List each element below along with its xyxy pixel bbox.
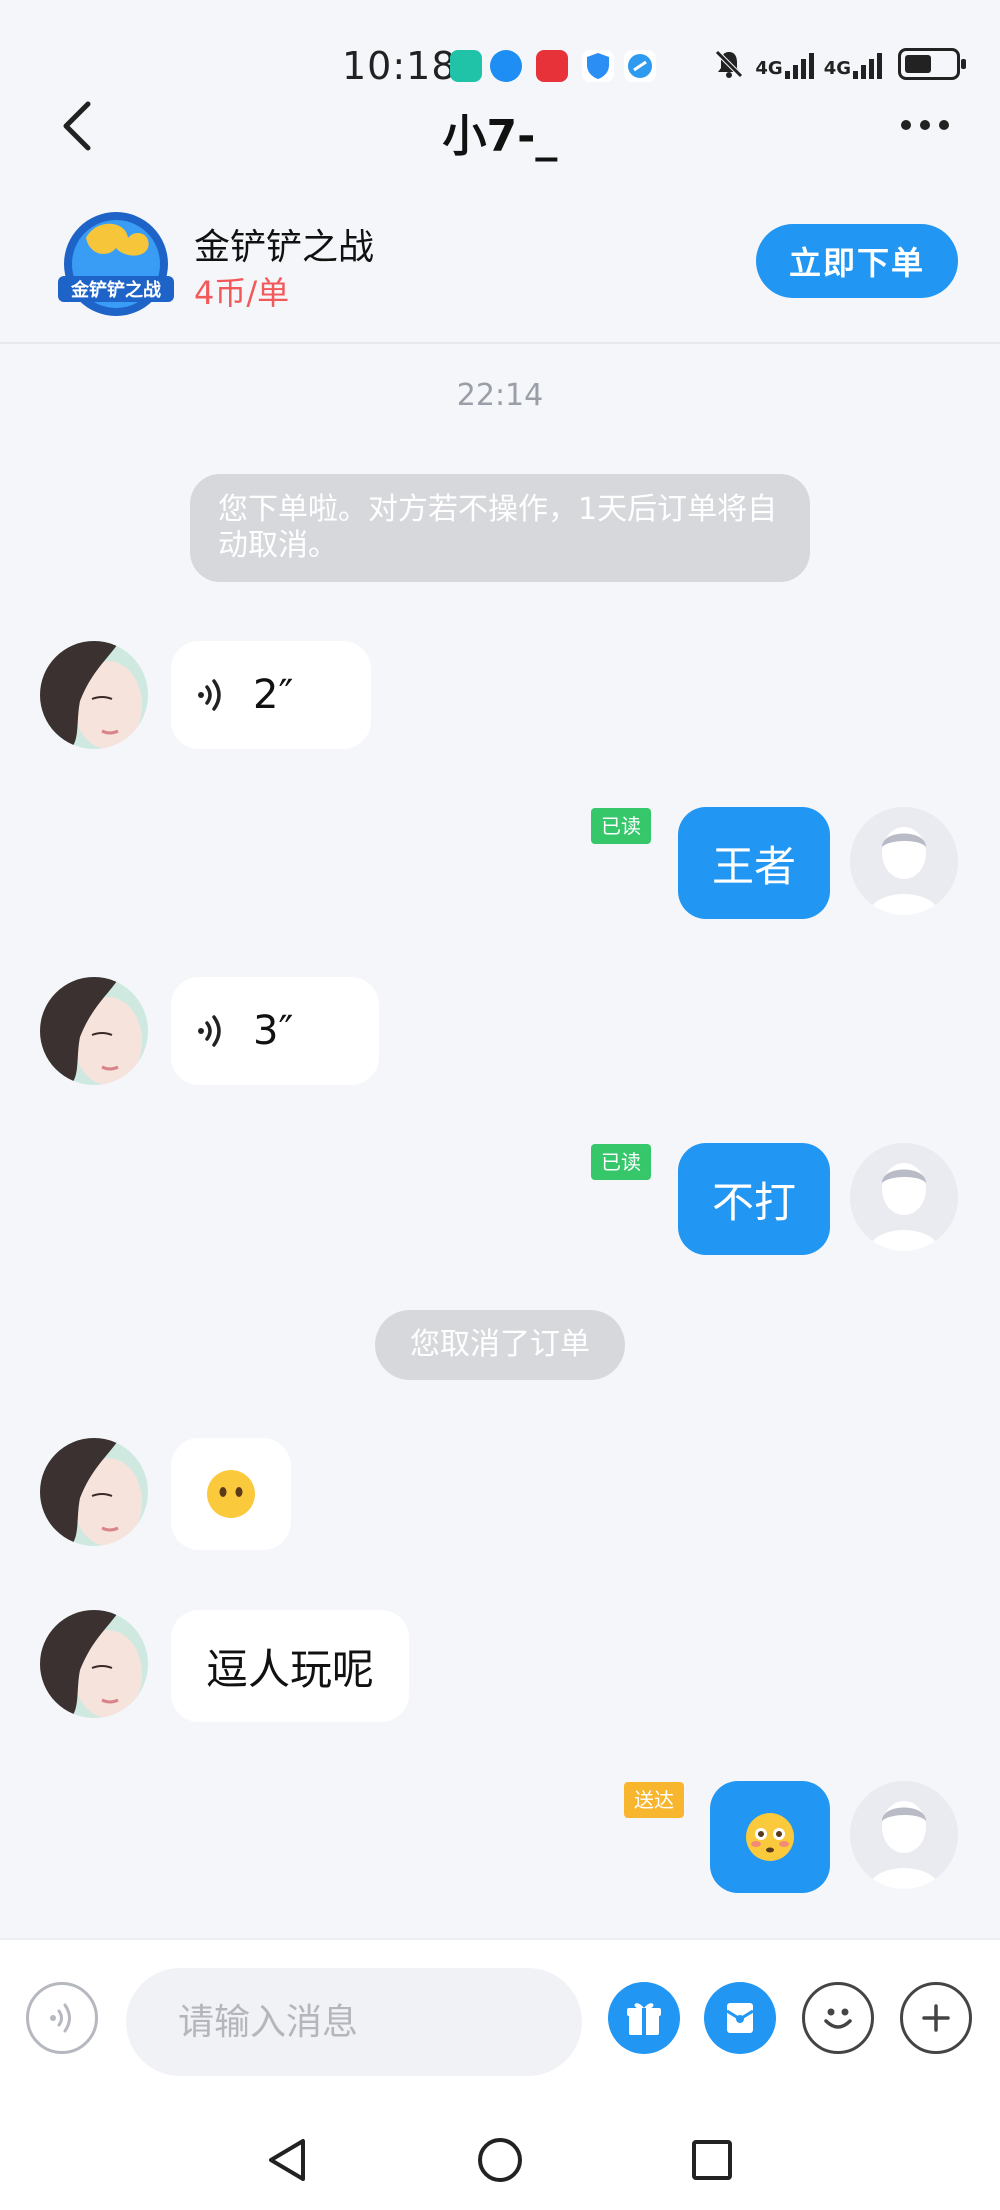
default-user-icon <box>850 1143 958 1251</box>
cellular-signal-2: 4G <box>824 49 882 79</box>
battery-icon <box>898 48 966 80</box>
game-price: 4币/单 <box>194 274 290 312</box>
chat-title: 小7-_ <box>442 111 558 162</box>
gift-icon <box>627 2003 661 2035</box>
no-mouth-face-icon <box>207 1470 255 1518</box>
chat-timestamp: 22:14 <box>456 378 544 413</box>
nav-back-button[interactable] <box>258 2130 318 2190</box>
coupon-envelope-icon <box>726 2003 754 2033</box>
circle-home-icon <box>478 2138 522 2182</box>
game-logo-text: 金铲铲之战 <box>70 279 161 301</box>
plus-icon <box>922 2004 950 2032</box>
contact-avatar[interactable] <box>40 977 148 1085</box>
message-input[interactable] <box>126 1968 582 2076</box>
huawei-app-notification-icon <box>536 50 568 82</box>
outgoing-text-bubble[interactable]: 王者 <box>678 807 830 919</box>
message-text: 不打 <box>711 1177 796 1227</box>
mute-bell-icon <box>715 50 744 78</box>
message-text: 逗人玩呢 <box>205 1644 374 1694</box>
game-logo[interactable]: 金铲铲之战 <box>56 208 176 318</box>
contact-avatar[interactable] <box>40 1610 148 1718</box>
delivered-status-tag: 送达 <box>624 1782 684 1818</box>
my-avatar[interactable] <box>850 1781 958 1889</box>
emoji-message-bubble[interactable] <box>171 1438 291 1550</box>
contact-avatar[interactable] <box>40 641 148 749</box>
emoji-button[interactable] <box>802 1982 874 2054</box>
read-status-tag: 已读 <box>591 1144 651 1180</box>
chat-header: 小7-_ <box>0 80 1000 170</box>
square-recents-icon <box>692 2140 732 2180</box>
cellular-signal-1: 4G <box>755 49 814 79</box>
my-avatar[interactable] <box>850 807 958 915</box>
message-input-bar <box>0 1938 1000 2110</box>
more-dot-icon <box>901 120 911 130</box>
voice-wave-icon <box>198 679 221 711</box>
voice-wave-icon <box>198 1015 221 1047</box>
red-packet-button[interactable] <box>704 1982 776 2054</box>
default-user-icon <box>850 807 958 915</box>
system-cancel-notice: 您取消了订单 <box>375 1310 625 1380</box>
outgoing-text-bubble[interactable]: 不打 <box>678 1143 830 1255</box>
voice-input-toggle[interactable] <box>26 1982 98 2054</box>
default-user-icon <box>850 1781 958 1889</box>
triangle-back-icon <box>269 2139 305 2181</box>
system-navigation-bar <box>0 2110 1000 2210</box>
voice-message-bubble[interactable]: 2″ <box>171 641 371 749</box>
nav-recents-button[interactable] <box>682 2130 742 2190</box>
my-avatar[interactable] <box>850 1143 958 1251</box>
network-type-1: 4G <box>755 58 783 79</box>
service-banner: 金铲铲之战 金铲铲之战 4币/单 立即下单 <box>0 200 1000 344</box>
outgoing-emoji-bubble[interactable] <box>710 1781 830 1893</box>
message-text: 王者 <box>711 841 796 891</box>
more-actions-button[interactable] <box>900 1982 972 2054</box>
voice-duration: 3″ <box>253 1008 294 1054</box>
system-order-notice: 您下单啦。对方若不操作，1天后订单将自动取消。 <box>190 474 810 582</box>
more-dot-icon <box>939 120 949 130</box>
network-type-2: 4G <box>823 58 851 79</box>
status-indicators: 4G 4G <box>713 48 966 80</box>
more-dot-icon <box>920 120 930 130</box>
voice-message-bubble[interactable]: 3″ <box>171 977 379 1085</box>
contact-avatar[interactable] <box>40 1438 148 1546</box>
more-options-button[interactable] <box>890 110 960 140</box>
order-now-button[interactable]: 立即下单 <box>756 224 958 298</box>
incoming-text-bubble[interactable]: 逗人玩呢 <box>171 1610 409 1722</box>
voice-duration: 2″ <box>253 672 294 718</box>
nav-home-button[interactable] <box>470 2130 530 2190</box>
gift-button[interactable] <box>608 1982 680 2054</box>
flushed-face-icon <box>746 1813 794 1861</box>
shield-notification-icon <box>582 50 614 82</box>
message-app-notification-icon <box>490 50 522 82</box>
game-name: 金铲铲之战 <box>194 227 375 268</box>
smiley-icon <box>824 2008 852 2029</box>
voice-wave-icon <box>50 2003 71 2033</box>
browser-notification-icon <box>624 50 656 82</box>
read-status-tag: 已读 <box>591 808 651 844</box>
security-app-notification-icon <box>450 50 482 82</box>
